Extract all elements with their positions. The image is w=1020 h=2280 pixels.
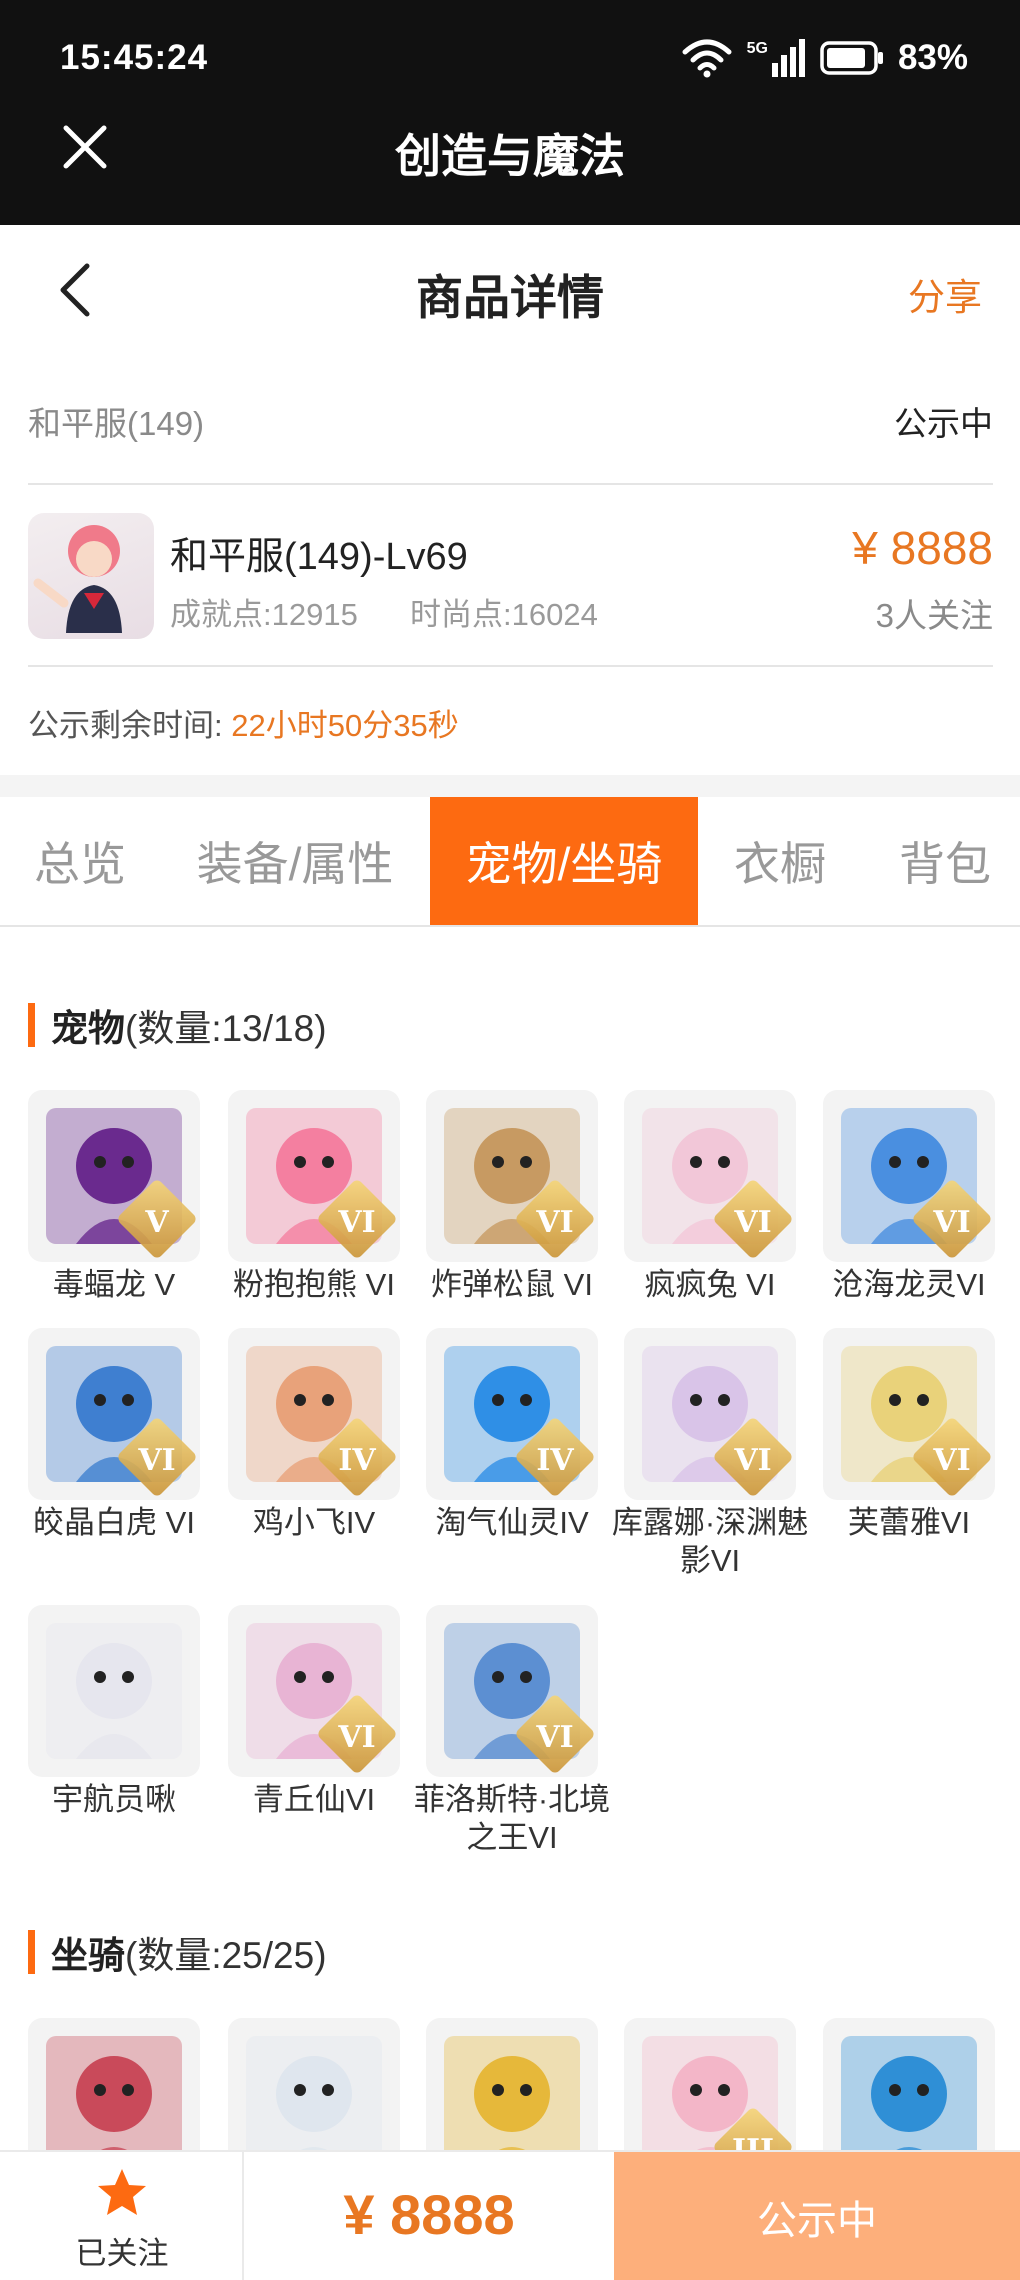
item-name: 宇航员啾 <box>52 1782 176 1817</box>
bottom-action-bar: 已关注 ¥ 8888 公示中 <box>0 2150 1020 2280</box>
item-name: 鸡小飞IV <box>252 1505 376 1540</box>
item-name: 青丘仙VI <box>252 1782 376 1817</box>
item-thumbnail: VI <box>28 1328 200 1500</box>
pet-card[interactable]: V 毒蝠龙 V <box>28 1090 200 1304</box>
pet-card[interactable]: VI 皎晶白虎 VI <box>28 1328 200 1542</box>
product-name: 和平服(149)-Lv69 <box>170 536 468 578</box>
app-title: 创造与魔法 <box>395 130 625 182</box>
rank-label: VI <box>338 1720 376 1755</box>
pets-title: 宠物 <box>51 1008 125 1049</box>
battery-level: 83% <box>897 38 968 77</box>
avatar <box>28 513 154 639</box>
divider <box>0 775 1020 797</box>
creature-image <box>46 1623 182 1759</box>
page-title: 商品详情 <box>416 271 604 324</box>
mounts-section-title: 坐骑 (数量:25/25) <box>28 1925 327 1979</box>
item-name: 炸弹松鼠 VI <box>431 1267 593 1302</box>
item-name: 皎晶白虎 VI <box>33 1505 195 1540</box>
follower-count: 3人关注 <box>875 597 993 634</box>
item-name: 菲洛斯特·北境之王VI <box>413 1782 611 1855</box>
signal-icon <box>771 39 805 77</box>
tab-pets-mounts[interactable]: 宠物/坐骑 <box>430 797 698 925</box>
share-button[interactable]: 分享 <box>908 267 982 321</box>
mounts-count: (数量:25/25) <box>125 1935 327 1976</box>
item-name: 毒蝠龙 V <box>52 1267 176 1302</box>
rank-label: V <box>145 1205 169 1240</box>
rank-label: VI <box>338 1205 376 1240</box>
rank-label: VI <box>933 1205 971 1240</box>
bottom-price: ¥ 8888 <box>343 2183 515 2246</box>
status-time: 15:45:24 <box>60 38 209 77</box>
item-thumbnail: VI <box>228 1605 400 1777</box>
pets-section-title: 宠物 (数量:13/18) <box>28 998 327 1052</box>
rank-label: VI <box>734 1443 772 1478</box>
product-price: ¥ 8888 <box>852 522 993 574</box>
pet-card[interactable]: VI 菲洛斯特·北境之王VI <box>414 1605 610 1857</box>
item-thumbnail: VI <box>823 1328 995 1500</box>
battery-icon <box>820 41 883 75</box>
item-name: 淘气仙灵IV <box>435 1505 589 1540</box>
rank-label: VI <box>734 1205 772 1240</box>
follow-button[interactable]: 已关注 <box>0 2152 244 2280</box>
achievement-points: 成就点:12915 <box>170 597 358 632</box>
section-marker <box>28 1930 35 1974</box>
fashion-points: 时尚点:16024 <box>410 597 598 632</box>
app-title-bar: 15:45:24 5G 83% 创造与魔法 <box>0 0 1020 225</box>
pet-card[interactable]: VI 粉抱抱熊 VI <box>228 1090 400 1304</box>
item-name: 芙蕾雅VI <box>847 1505 971 1540</box>
product-summary[interactable]: 和平服(149)-Lv69 成就点:12915 时尚点:16024 ¥ 8888… <box>28 485 993 667</box>
pet-card[interactable]: VI 炸弹松鼠 VI <box>426 1090 598 1304</box>
pet-card[interactable]: IV 鸡小飞IV <box>228 1328 400 1542</box>
item-thumbnail: V <box>28 1090 200 1262</box>
section-marker <box>28 1003 35 1047</box>
tab-bar: 总览 装备/属性 宠物/坐骑 衣橱 背包 <box>0 797 1020 927</box>
pet-card[interactable]: IV 淘气仙灵IV <box>426 1328 598 1542</box>
item-thumbnail: VI <box>624 1090 796 1262</box>
item-name: 疯疯兔 VI <box>644 1267 776 1302</box>
item-thumbnail: VI <box>426 1090 598 1262</box>
rank-label: VI <box>536 1205 574 1240</box>
tab-wardrobe[interactable]: 衣橱 <box>700 797 860 925</box>
rank-label: VI <box>138 1443 176 1478</box>
rank-label: IV <box>536 1443 574 1478</box>
mounts-title: 坐骑 <box>51 1935 125 1976</box>
follow-label: 已关注 <box>75 2236 169 2271</box>
page-header: 商品详情 分享 <box>0 225 1020 355</box>
pet-card[interactable]: VI 芙蕾雅VI <box>823 1328 995 1542</box>
item-thumbnail: VI <box>624 1328 796 1500</box>
rank-label: VI <box>933 1443 971 1478</box>
pet-card[interactable]: VI 库露娜·深渊魅影VI <box>612 1328 808 1580</box>
tab-backpack[interactable]: 背包 <box>870 797 1020 925</box>
tab-overview[interactable]: 总览 <box>0 797 160 925</box>
server-status: 公示中 <box>894 405 993 442</box>
pet-card[interactable]: VI 沧海龙灵VI <box>823 1090 995 1304</box>
item-thumbnail <box>28 1605 200 1777</box>
rank-label: IV <box>338 1443 376 1478</box>
countdown-label: 公示剩余时间: <box>28 708 223 743</box>
countdown: 公示剩余时间: 22小时50分35秒 <box>28 700 459 745</box>
pet-card[interactable]: VI 青丘仙VI <box>228 1605 400 1819</box>
star-icon <box>98 2169 146 2215</box>
item-name: 沧海龙灵VI <box>832 1267 986 1302</box>
publicity-status-button[interactable]: 公示中 <box>614 2152 1020 2280</box>
server-row: 和平服(149) 公示中 <box>28 355 993 485</box>
pets-count: (数量:13/18) <box>125 1008 327 1049</box>
item-thumbnail: VI <box>426 1605 598 1777</box>
pet-card[interactable]: 宇航员啾 <box>28 1605 200 1819</box>
status-icons: 5G 83% <box>681 38 968 78</box>
item-thumbnail: VI <box>228 1090 400 1262</box>
server-name: 和平服(149) <box>28 405 205 442</box>
item-thumbnail: IV <box>228 1328 400 1500</box>
network-type: 5G <box>746 40 768 57</box>
item-thumbnail: IV <box>426 1328 598 1500</box>
item-name: 粉抱抱熊 VI <box>233 1267 395 1302</box>
tab-equipment[interactable]: 装备/属性 <box>170 797 420 925</box>
item-thumbnail: VI <box>823 1090 995 1262</box>
item-name: 库露娜·深渊魅影VI <box>611 1505 809 1578</box>
rank-label: VI <box>536 1720 574 1755</box>
wifi-icon <box>682 39 732 78</box>
countdown-value: 22小时50分35秒 <box>231 708 459 743</box>
pet-card[interactable]: VI 疯疯兔 VI <box>624 1090 796 1304</box>
